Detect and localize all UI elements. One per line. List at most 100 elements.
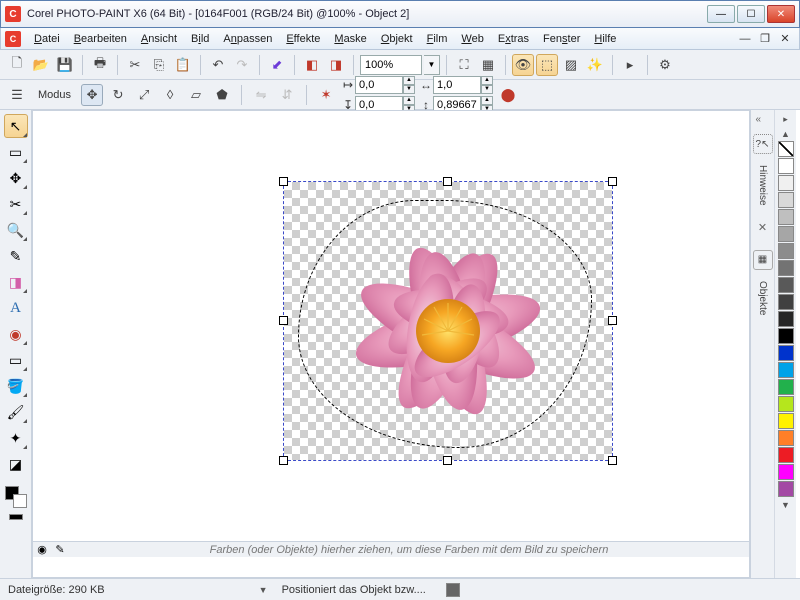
save-button[interactable]: 💾 bbox=[54, 54, 76, 76]
text-tool[interactable]: A bbox=[4, 296, 28, 320]
menu-bild[interactable]: Bild bbox=[184, 30, 216, 48]
options-button[interactable]: ⚙ bbox=[654, 54, 676, 76]
fullscreen-button[interactable]: ⛶ bbox=[453, 54, 475, 76]
palette-swatch[interactable] bbox=[778, 345, 794, 361]
pos-x-field[interactable]: ↦▲▼ bbox=[341, 76, 415, 94]
rotate-mode-button[interactable]: ↻ bbox=[107, 84, 129, 106]
distort-mode-button[interactable]: ▱ bbox=[185, 84, 207, 106]
handle-top-right[interactable] bbox=[608, 177, 617, 186]
paste-button[interactable]: 📋 bbox=[172, 54, 194, 76]
launcher-button[interactable]: ▸ bbox=[619, 54, 641, 76]
docker-objekte-tab[interactable]: Objekte bbox=[754, 276, 771, 320]
close-button[interactable]: ✕ bbox=[767, 5, 795, 23]
fill-swatch[interactable] bbox=[9, 514, 23, 520]
effect-tool[interactable]: ✦ bbox=[4, 426, 28, 450]
apply-button[interactable]: ✶ bbox=[315, 84, 337, 106]
status-color-swatch[interactable] bbox=[446, 583, 460, 597]
zoom-tool[interactable]: 🔍 bbox=[4, 218, 28, 242]
handle-top-left[interactable] bbox=[279, 177, 288, 186]
doc-close-button[interactable]: ✕ bbox=[777, 32, 793, 46]
canvas-area[interactable]: ◉ ✎ Farben (oder Objekte) hierher ziehen… bbox=[32, 110, 750, 578]
status-dropdown-1[interactable]: ▼ bbox=[259, 585, 268, 595]
docker-objekte-icon[interactable]: ▦ bbox=[753, 250, 773, 270]
palette-swatch[interactable] bbox=[778, 413, 794, 429]
palette-swatch[interactable] bbox=[778, 277, 794, 293]
palette-down-arrow[interactable]: ▼ bbox=[781, 500, 790, 510]
flower-object[interactable] bbox=[308, 201, 588, 441]
perspective-mode-button[interactable]: ⬟ bbox=[211, 84, 233, 106]
palette-swatch[interactable] bbox=[778, 396, 794, 412]
show-mask-button[interactable]: 👁 bbox=[512, 54, 534, 76]
palette-eye-icon[interactable]: ◉ bbox=[33, 543, 51, 557]
print-button[interactable]: 🖶 bbox=[89, 54, 111, 76]
palette-swatch[interactable] bbox=[778, 481, 794, 497]
mask-overlay-button[interactable]: ◧ bbox=[301, 54, 323, 76]
palette-swatch[interactable] bbox=[778, 447, 794, 463]
copy-button[interactable]: ⎘ bbox=[148, 54, 170, 76]
menu-fenster[interactable]: Fenster bbox=[536, 30, 587, 48]
palette-swatch[interactable] bbox=[778, 328, 794, 344]
eraser-tool[interactable]: ◨ bbox=[4, 270, 28, 294]
skew-mode-button[interactable]: ◊ bbox=[159, 84, 181, 106]
menu-web[interactable]: Web bbox=[454, 30, 490, 48]
handle-bottom-right[interactable] bbox=[608, 456, 617, 465]
presets-button[interactable]: ☰ bbox=[6, 84, 28, 106]
palette-swatch[interactable] bbox=[778, 311, 794, 327]
palette-swatch[interactable] bbox=[778, 294, 794, 310]
cut-button[interactable]: ✂ bbox=[124, 54, 146, 76]
redo-button[interactable]: ↷ bbox=[231, 54, 253, 76]
open-button[interactable]: 📂 bbox=[30, 54, 52, 76]
eyedropper-tool[interactable]: ✎ bbox=[4, 244, 28, 268]
menu-datei[interactable]: Datei bbox=[27, 30, 67, 48]
menu-extras[interactable]: Extras bbox=[491, 30, 536, 48]
menu-maske[interactable]: Maske bbox=[327, 30, 373, 48]
minimize-button[interactable]: — bbox=[707, 5, 735, 23]
redeye-tool[interactable]: ◉ bbox=[4, 322, 28, 346]
palette-menu-icon[interactable]: ▸ bbox=[783, 114, 788, 125]
zoom-field[interactable]: 100% bbox=[360, 55, 422, 75]
palette-swatch[interactable] bbox=[778, 379, 794, 395]
color-swatch-pair[interactable] bbox=[5, 486, 27, 520]
palette-swatch[interactable] bbox=[778, 243, 794, 259]
object-bounding-box[interactable] bbox=[283, 181, 613, 461]
rulers-button[interactable]: ▦ bbox=[477, 54, 499, 76]
handle-mid-left[interactable] bbox=[279, 316, 288, 325]
palette-swatch[interactable] bbox=[778, 209, 794, 225]
scale-mode-button[interactable]: ⤢ bbox=[133, 84, 155, 106]
doc-restore-button[interactable]: ❐ bbox=[757, 32, 773, 46]
new-button[interactable]: 🗋 bbox=[6, 54, 28, 76]
rectangle-tool[interactable]: ▭ bbox=[4, 348, 28, 372]
handle-mid-right[interactable] bbox=[608, 316, 617, 325]
mask-rect-tool[interactable]: ▭ bbox=[4, 140, 28, 164]
flip-v-button[interactable]: ⇵ bbox=[276, 84, 298, 106]
undo-button[interactable]: ↶ bbox=[207, 54, 229, 76]
shadow-tool[interactable]: ◪ bbox=[4, 452, 28, 476]
background-swatch[interactable] bbox=[13, 494, 27, 508]
palette-swatch[interactable] bbox=[778, 260, 794, 276]
flip-h-button[interactable]: ⇋ bbox=[250, 84, 272, 106]
handle-top-center[interactable] bbox=[443, 177, 452, 186]
palette-swatch[interactable] bbox=[778, 158, 794, 174]
menu-hilfe[interactable]: Hilfe bbox=[587, 30, 623, 48]
palette-swatch[interactable] bbox=[778, 464, 794, 480]
menu-film[interactable]: Film bbox=[420, 30, 455, 48]
docker-collapse-icon[interactable]: « bbox=[756, 114, 770, 128]
import-button[interactable]: ⬋ bbox=[266, 54, 288, 76]
palette-picker-icon[interactable]: ✎ bbox=[51, 543, 69, 557]
crop-tool[interactable]: ✂ bbox=[4, 192, 28, 216]
no-color-swatch[interactable] bbox=[778, 141, 794, 157]
menu-objekt[interactable]: Objekt bbox=[374, 30, 420, 48]
zoom-dropdown[interactable]: ▼ bbox=[424, 55, 440, 75]
maximize-button[interactable]: ☐ bbox=[737, 5, 765, 23]
proof-button[interactable]: ✨ bbox=[584, 54, 606, 76]
lock-ratio-button[interactable]: ⬤ bbox=[497, 84, 519, 106]
mask-mode-button[interactable]: ◨ bbox=[325, 54, 347, 76]
palette-swatch[interactable] bbox=[778, 226, 794, 242]
grid-button[interactable]: ▨ bbox=[560, 54, 582, 76]
palette-swatch[interactable] bbox=[778, 175, 794, 191]
palette-swatch[interactable] bbox=[778, 430, 794, 446]
docker-hinweise-tab[interactable]: Hinweise bbox=[754, 160, 771, 211]
position-mode-button[interactable]: ✥ bbox=[81, 84, 103, 106]
app-icon-small[interactable]: C bbox=[5, 31, 21, 47]
handle-bottom-center[interactable] bbox=[443, 456, 452, 465]
